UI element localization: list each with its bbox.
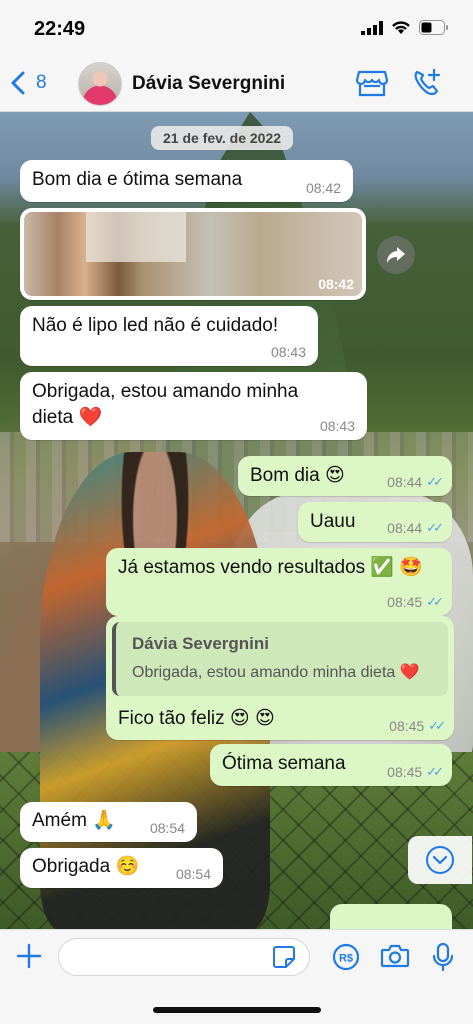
message-text: Uauu: [310, 511, 356, 532]
battery-icon: [419, 20, 448, 35]
chat-area[interactable]: 21 de fev. de 2022 Bom dia e ótima seman…: [0, 112, 473, 929]
message-text: Bom dia e ótima semana: [32, 169, 243, 190]
read-ticks-icon: ✓✓: [426, 764, 444, 779]
message-bubble-incoming[interactable]: Não é lipo led não é cuidado! 08:43: [20, 306, 318, 366]
storefront-button[interactable]: [355, 68, 389, 103]
message-time: 08:43: [319, 418, 355, 434]
home-indicator[interactable]: [153, 1007, 321, 1013]
camera-button[interactable]: [380, 943, 410, 974]
contact-name[interactable]: Dávia Severgnini: [132, 73, 285, 95]
message-bubble-outgoing[interactable]: Bom dia 😍 08:44 ✓✓: [238, 456, 452, 496]
message-time: 08:45 ✓✓: [389, 718, 446, 734]
message-text: Obrigada, estou amando minha dieta ❤️: [32, 381, 299, 428]
read-ticks-icon: ✓✓: [426, 594, 444, 609]
microphone-button[interactable]: [432, 942, 454, 976]
status-icons: [361, 20, 449, 35]
scroll-down-button[interactable]: [408, 836, 472, 884]
message-text: Amém 🙏: [32, 810, 116, 831]
quoted-author: Dávia Severgnini: [132, 634, 270, 653]
back-button[interactable]: 8: [10, 70, 47, 96]
add-call-icon: [414, 68, 441, 96]
message-text: Bom dia 😍: [250, 465, 345, 486]
forward-icon: [387, 247, 405, 263]
message-bubble-outgoing[interactable]: Uauu 08:44 ✓✓: [298, 502, 452, 542]
message-text: Não é lipo led não é cuidado!: [32, 315, 279, 336]
message-text: Obrigada ☺️: [32, 856, 140, 877]
attach-button[interactable]: [16, 943, 42, 974]
reply-message-outgoing[interactable]: Dávia Severgnini Obrigada, estou amando …: [106, 616, 454, 740]
message-bubble-outgoing-partial[interactable]: [330, 904, 452, 929]
message-bubble-outgoing[interactable]: Ótima semana 08:45 ✓✓: [210, 744, 452, 786]
message-text: Fico tão feliz 😍 😍: [118, 708, 275, 729]
storefront-icon: [355, 70, 389, 97]
signal-icon: [361, 20, 383, 35]
plus-icon: [16, 943, 42, 969]
message-bubble-incoming[interactable]: Obrigada ☺️ 08:54: [20, 848, 223, 888]
message-time: 08:54: [149, 820, 185, 836]
avatar[interactable]: [78, 62, 122, 106]
message-time: 08:42: [318, 276, 354, 292]
chat-header: 8 Dávia Severgnini: [0, 56, 473, 112]
message-time: 08:42: [305, 180, 341, 196]
message-bubble-outgoing[interactable]: Já estamos vendo resultados ✅ 🤩 08:45 ✓✓: [106, 548, 452, 616]
date-label: 21 de fev. de 2022: [151, 126, 294, 150]
message-bubble-incoming[interactable]: Bom dia e ótima semana 08:42: [20, 160, 353, 202]
forward-button[interactable]: [377, 236, 415, 274]
message-bubble-incoming[interactable]: Amém 🙏 08:54: [20, 802, 197, 842]
message-time: 08:44 ✓✓: [387, 474, 444, 490]
message-time: 08:45 ✓✓: [387, 594, 444, 610]
status-bar: 22:49: [0, 0, 473, 56]
status-time: 22:49: [34, 18, 86, 40]
svg-text:R$: R$: [339, 953, 353, 965]
quoted-text: Obrigada, estou amando minha dieta ❤️: [132, 664, 420, 681]
call-button[interactable]: [412, 68, 442, 103]
quoted-message[interactable]: Dávia Severgnini Obrigada, estou amando …: [112, 622, 448, 696]
message-text: Ótima semana: [222, 753, 346, 774]
read-ticks-icon: ✓✓: [426, 520, 444, 535]
payment-icon: R$: [332, 943, 360, 971]
read-ticks-icon: ✓✓: [428, 718, 446, 733]
read-ticks-icon: ✓✓: [426, 474, 444, 489]
chevron-left-icon: [11, 71, 25, 95]
payment-button[interactable]: R$: [332, 943, 360, 976]
chevron-down-icon: [426, 846, 454, 874]
wifi-icon: [392, 21, 410, 34]
sticker-button[interactable]: [272, 945, 296, 974]
message-image[interactable]: [24, 212, 362, 296]
message-text: Já estamos vendo resultados ✅ 🤩: [118, 557, 424, 578]
message-time: 08:54: [175, 866, 211, 882]
message-time: 08:44 ✓✓: [387, 520, 444, 536]
message-time: 08:43: [270, 344, 306, 360]
microphone-icon: [432, 942, 454, 972]
message-time: 08:45 ✓✓: [387, 764, 444, 780]
message-bubble-incoming[interactable]: Obrigada, estou amando minha dieta ❤️ 08…: [20, 372, 367, 440]
camera-icon: [380, 944, 410, 968]
unread-count: 8: [36, 72, 47, 93]
image-message[interactable]: 08:42: [20, 208, 366, 300]
sticker-icon: [273, 946, 295, 968]
